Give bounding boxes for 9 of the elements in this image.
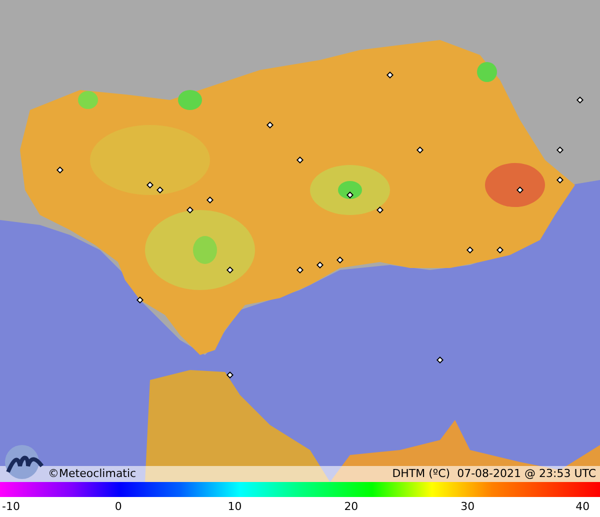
map-info-label: DHTM (ºC) 07-08-2021 @ 23:53 UTC (392, 466, 596, 482)
logo-icon (4, 444, 46, 480)
scale-tick-label: -10 (2, 499, 20, 515)
scale-tick-label: 30 (460, 499, 475, 515)
scale-tick-label: 0 (114, 499, 122, 515)
scale-tick-label: 10 (228, 499, 242, 515)
scale-tick-label: 40 (576, 499, 590, 515)
brand-label: ©Meteoclimatic (48, 466, 136, 482)
scale-tick-label: 20 (344, 499, 358, 515)
